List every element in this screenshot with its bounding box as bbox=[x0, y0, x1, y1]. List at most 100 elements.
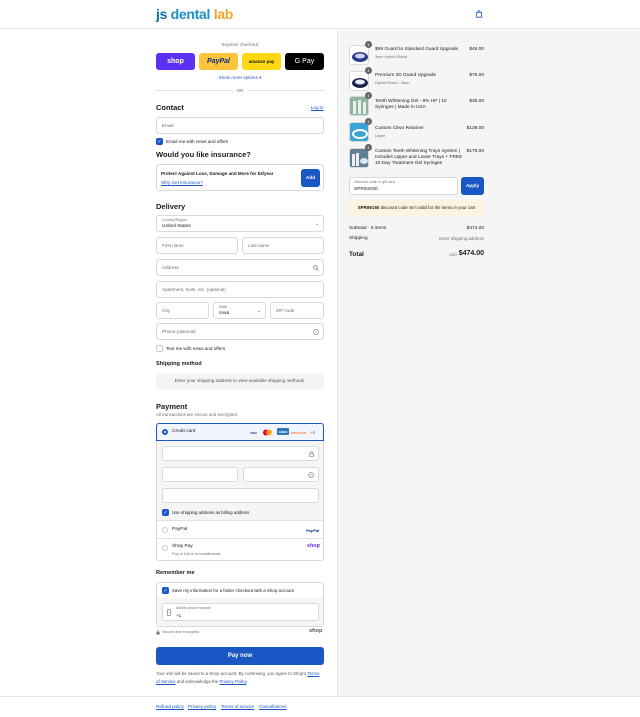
phone-field[interactable]: Phone (optional) ? bbox=[156, 323, 324, 340]
terms-of-service-footer-link[interactable]: Terms of service bbox=[221, 704, 254, 709]
cart-item-price: $75.00 bbox=[469, 73, 484, 78]
amex-icon: AMEX bbox=[277, 428, 289, 435]
paypal-option-label[interactable]: PayPal bbox=[172, 527, 187, 532]
discount-error-code: SPRING50 bbox=[357, 205, 380, 210]
why-insurance-link[interactable]: Why Get Insurance? bbox=[161, 180, 203, 185]
phone-placeholder: Phone (optional) bbox=[162, 329, 196, 334]
first-name-placeholder: First name bbox=[162, 243, 184, 248]
shipping-method-message: Enter your shipping address to view avai… bbox=[156, 373, 324, 390]
city-placeholder: City bbox=[162, 308, 170, 313]
apply-discount-button[interactable]: Apply bbox=[461, 177, 484, 195]
search-icon bbox=[313, 265, 319, 271]
cart-item-variant: Upper bbox=[375, 134, 386, 138]
billing-same-checkbox[interactable]: ✓ bbox=[162, 509, 169, 516]
country-select[interactable]: Country/Region United States ⌄ bbox=[156, 215, 324, 232]
quantity-badge: 1 bbox=[365, 41, 372, 48]
privacy-policy-link[interactable]: Privacy Policy bbox=[219, 679, 246, 684]
logo-text-lab: lab bbox=[210, 6, 234, 22]
payment-subtitle: All transactions are secure and encrypte… bbox=[156, 412, 239, 417]
save-info-checkbox[interactable]: ✓ bbox=[162, 587, 169, 594]
login-link[interactable]: Log in bbox=[311, 105, 324, 110]
legal-text: Your info will be saved to a Shop accoun… bbox=[156, 670, 324, 685]
clear-retainer-image-icon bbox=[350, 123, 368, 141]
shop-pay-express-button[interactable]: shop bbox=[156, 53, 195, 70]
first-name-field[interactable]: First name bbox=[156, 237, 238, 254]
mastercard-circles-icon bbox=[263, 429, 272, 436]
credit-card-option[interactable]: Credit card VISA AMEX DISCOVER +4 bbox=[156, 423, 324, 441]
mobile-phone-value: +1 bbox=[176, 613, 182, 618]
mobile-phone-field[interactable]: Mobile phone number +1 bbox=[162, 603, 319, 621]
shop-pay-option-label[interactable]: Shop Pay bbox=[172, 544, 193, 549]
discount-error-notice: SPRING50 discount code isn't valid for t… bbox=[349, 200, 484, 216]
state-select[interactable]: State Iowa ⌄ bbox=[213, 302, 266, 319]
google-pay-express-button[interactable]: G Pay bbox=[285, 53, 324, 70]
discount-code-label: Discount code or gift card bbox=[354, 180, 395, 184]
address-field[interactable]: Address bbox=[156, 259, 324, 276]
subtotal-value: $474.00 bbox=[466, 226, 484, 231]
add-insurance-button[interactable]: Add bbox=[301, 169, 320, 187]
cart-item-thumbnail bbox=[349, 96, 369, 116]
lock-icon bbox=[309, 451, 314, 457]
logo-text-js: js bbox=[156, 6, 168, 22]
discover-icon: DISCOVER bbox=[290, 430, 307, 435]
cart-item-name: Teeth Whitening Gel - 9% HP | 10 Syringe… bbox=[375, 99, 447, 111]
zip-field[interactable]: ZIP code bbox=[270, 302, 324, 319]
help-circle-icon[interactable]: ? bbox=[313, 329, 319, 335]
or-label: OR bbox=[232, 88, 248, 93]
last-name-field[interactable]: Last name bbox=[242, 237, 324, 254]
quantity-badge: 1 bbox=[365, 67, 372, 74]
brand-logo[interactable]: js dental lab bbox=[156, 6, 233, 22]
card-number-field[interactable] bbox=[162, 446, 319, 461]
discount-code-field[interactable]: Discount code or gift card SPRING50 bbox=[349, 177, 458, 195]
whitening-gel-image-icon bbox=[350, 97, 368, 115]
logo-text-dental: dental bbox=[167, 6, 211, 22]
mastercard-icon bbox=[262, 429, 273, 436]
refund-policy-link[interactable]: Refund policy bbox=[156, 704, 184, 709]
pay-now-button[interactable]: Pay now bbox=[156, 647, 324, 665]
save-info-label: Save my information for a faster checkou… bbox=[172, 588, 294, 593]
zip-placeholder: ZIP code bbox=[276, 308, 295, 313]
cart-item-price: $35.00 bbox=[469, 99, 484, 104]
shop-pay-radio[interactable] bbox=[162, 545, 168, 551]
shipping-value: Enter shipping address bbox=[439, 236, 484, 241]
cart-item-price: $139.00 bbox=[466, 126, 484, 131]
payment-options: Credit card VISA AMEX DISCOVER +4 ? ✓ Us… bbox=[156, 423, 324, 561]
name-on-card-field[interactable] bbox=[162, 488, 319, 503]
paypal-radio[interactable] bbox=[162, 527, 168, 533]
country-value: United States bbox=[162, 224, 191, 229]
apartment-field[interactable]: Apartment, suite, etc. (optional) bbox=[156, 281, 324, 298]
discount-code-value: SPRING50 bbox=[354, 187, 378, 192]
email-field[interactable]: Email bbox=[156, 117, 324, 134]
more-brands-label: +4 bbox=[310, 430, 315, 435]
lock-icon bbox=[156, 630, 160, 635]
show-more-options-link[interactable]: Show more options ▾ bbox=[156, 75, 324, 81]
secure-encrypted-label: Secure and encrypted bbox=[162, 630, 200, 634]
shop-logo: shop bbox=[309, 628, 323, 634]
country-label: Country/Region bbox=[162, 218, 187, 222]
security-code-field[interactable]: ? bbox=[243, 467, 319, 482]
cancellations-link[interactable]: Cancellations bbox=[259, 704, 287, 709]
cart-item-thumbnail bbox=[349, 148, 369, 168]
paypal-express-button[interactable]: PayPal bbox=[199, 53, 238, 70]
shipping-label: Shipping bbox=[349, 236, 368, 241]
email-news-checkbox[interactable]: ✓ bbox=[156, 138, 163, 145]
credit-card-radio[interactable] bbox=[162, 429, 168, 435]
insurance-card: Protect Against Loss, Damage and More fo… bbox=[156, 164, 324, 191]
amazon-pay-express-button[interactable]: amazon pay bbox=[242, 53, 281, 70]
cart-item-name: $99 Guard to Standard Guard Upgrade bbox=[375, 47, 459, 52]
privacy-policy-footer-link[interactable]: Privacy policy bbox=[188, 704, 216, 709]
cart-item-thumbnail bbox=[349, 71, 369, 91]
expiry-field[interactable] bbox=[162, 467, 238, 482]
email-news-label: Email me with news and offers bbox=[166, 139, 229, 144]
help-circle-icon[interactable]: ? bbox=[308, 472, 314, 478]
payment-heading: Payment bbox=[156, 402, 188, 411]
whitening-trays-image-icon bbox=[350, 149, 368, 167]
city-field[interactable]: City bbox=[156, 302, 209, 319]
mouthguard-image-icon bbox=[352, 52, 368, 62]
total-value: $474.00 bbox=[458, 250, 484, 257]
cart-item-price: $179.00 bbox=[466, 149, 484, 154]
text-news-checkbox[interactable] bbox=[156, 345, 163, 352]
shopping-bag-icon[interactable] bbox=[475, 10, 483, 18]
currency-code: USD bbox=[449, 253, 458, 257]
express-checkout-label: Express checkout bbox=[221, 42, 259, 47]
